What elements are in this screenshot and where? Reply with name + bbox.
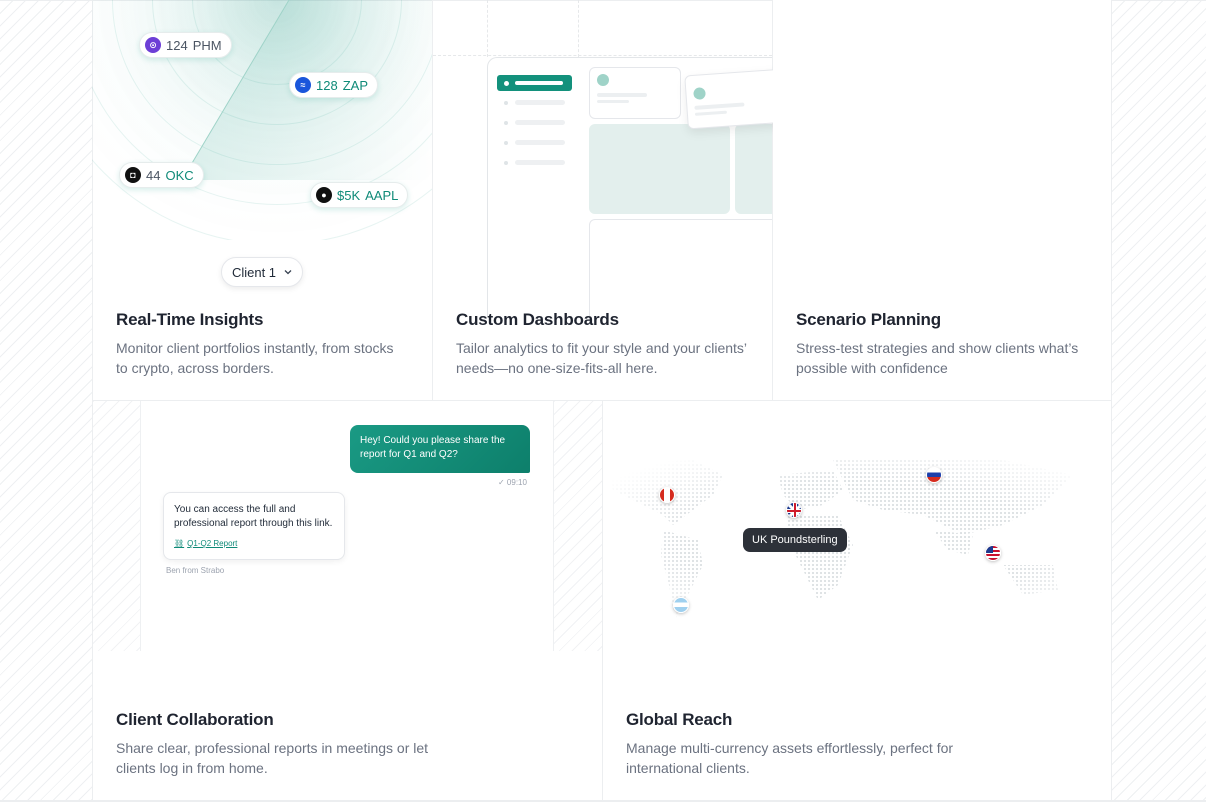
card-description-line: to crypto, across borders. — [116, 360, 274, 376]
report-link-label: Q1-Q2 Report — [187, 539, 238, 548]
message-text-line: report for Q1 and Q2? — [360, 449, 458, 460]
card-description-line: Tailor analytics to fit your style and y… — [456, 340, 748, 356]
chevron-down-icon — [284, 270, 292, 275]
grid-line — [1111, 0, 1112, 802]
ticker-symbol: ZAP — [342, 77, 368, 93]
outgoing-message: Hey! Could you please share the report f… — [350, 425, 530, 473]
card-description-line: Manage multi-currency assets effortlessl… — [626, 740, 954, 756]
dashboard-nav-active-item — [497, 75, 572, 91]
card-description-line: international clients. — [626, 760, 750, 776]
dashboard-nav-item — [504, 120, 565, 125]
canada-flag-icon[interactable] — [659, 487, 675, 503]
dashboard-widget — [735, 124, 772, 214]
client-select-value: Client 1 — [231, 264, 277, 280]
right-hatched-gutter — [1112, 0, 1206, 802]
grid-line — [432, 0, 433, 401]
dashboard-nav-item — [504, 160, 565, 165]
hatched-panel-edge — [93, 401, 140, 651]
message-sender: Ben from Strabo — [166, 566, 225, 575]
card-title: Scenario Planning — [796, 310, 941, 329]
hatched-panel-edge — [554, 401, 602, 651]
message-text-line: You can access the full and — [174, 504, 296, 515]
report-link[interactable]: ⛓ Q1-Q2 Report — [174, 537, 334, 551]
ticker-pill-okc[interactable]: ◘ 44 OKC — [119, 162, 204, 188]
usa-flag-icon[interactable] — [985, 545, 1001, 561]
dashboard-nav-item — [504, 140, 565, 145]
ticker-pill-aapl[interactable]: ● $5K AAPL — [310, 182, 409, 208]
guide-line — [487, 0, 488, 57]
argentina-flag-icon[interactable] — [673, 597, 689, 613]
card-title: Custom Dashboards — [456, 310, 619, 329]
ticker-count: 128 — [316, 77, 338, 93]
card-description-line: Monitor client portfolios instantly, fro… — [116, 340, 394, 356]
message-timestamp: ✓ 09:10 — [498, 478, 527, 487]
card-title: Real-Time Insights — [116, 310, 264, 329]
uk-flag-icon[interactable] — [786, 502, 802, 518]
message-text-line: Hey! Could you please share the — [360, 435, 506, 446]
card-description-line: Stress-test strategies and show clients … — [796, 340, 1079, 356]
card-description-line: needs—no one-size-fits-all here. — [456, 360, 658, 376]
dashboard-widget — [589, 67, 681, 119]
card-description-line: Share clear, professional reports in mee… — [116, 740, 429, 756]
apple-logo-icon: ● — [316, 187, 332, 203]
ticker-symbol: OKC — [165, 167, 194, 183]
ticker-symbol: PHM — [192, 37, 222, 53]
ticker-pill-zap[interactable]: ≈ 128 ZAP — [289, 72, 378, 98]
message-text-line: professional report through this link. — [174, 518, 333, 529]
ticker-count: 44 — [146, 167, 161, 183]
zap-logo-icon: ≈ — [295, 77, 311, 93]
ticker-pill-phm[interactable]: ⊙ 124 PHM — [139, 32, 232, 58]
currency-tooltip: UK Poundsterling — [743, 528, 847, 552]
okc-logo-icon: ◘ — [125, 167, 141, 183]
left-hatched-gutter — [0, 0, 92, 802]
card-description-line: clients log in from home. — [116, 760, 268, 776]
guide-line — [578, 0, 579, 57]
ticker-symbol: AAPL — [365, 187, 399, 203]
ticker-count: $5K — [337, 187, 361, 203]
card-description-line: possible with confidence — [796, 360, 948, 376]
phm-logo-icon: ⊙ — [145, 37, 161, 53]
client-select-dropdown[interactable]: Client 1 — [221, 257, 303, 287]
guide-line — [433, 55, 772, 56]
card-title: Global Reach — [626, 710, 733, 729]
card-title: Client Collaboration — [116, 710, 274, 729]
dashboard-nav-item — [504, 100, 565, 105]
link-icon: ⛓ — [174, 539, 185, 548]
dashboard-widget — [589, 219, 772, 317]
ticker-count: 124 — [166, 37, 188, 53]
russia-flag-icon[interactable] — [926, 467, 942, 483]
dashboard-widget — [589, 124, 730, 214]
incoming-message: You can access the full and professional… — [163, 492, 345, 560]
